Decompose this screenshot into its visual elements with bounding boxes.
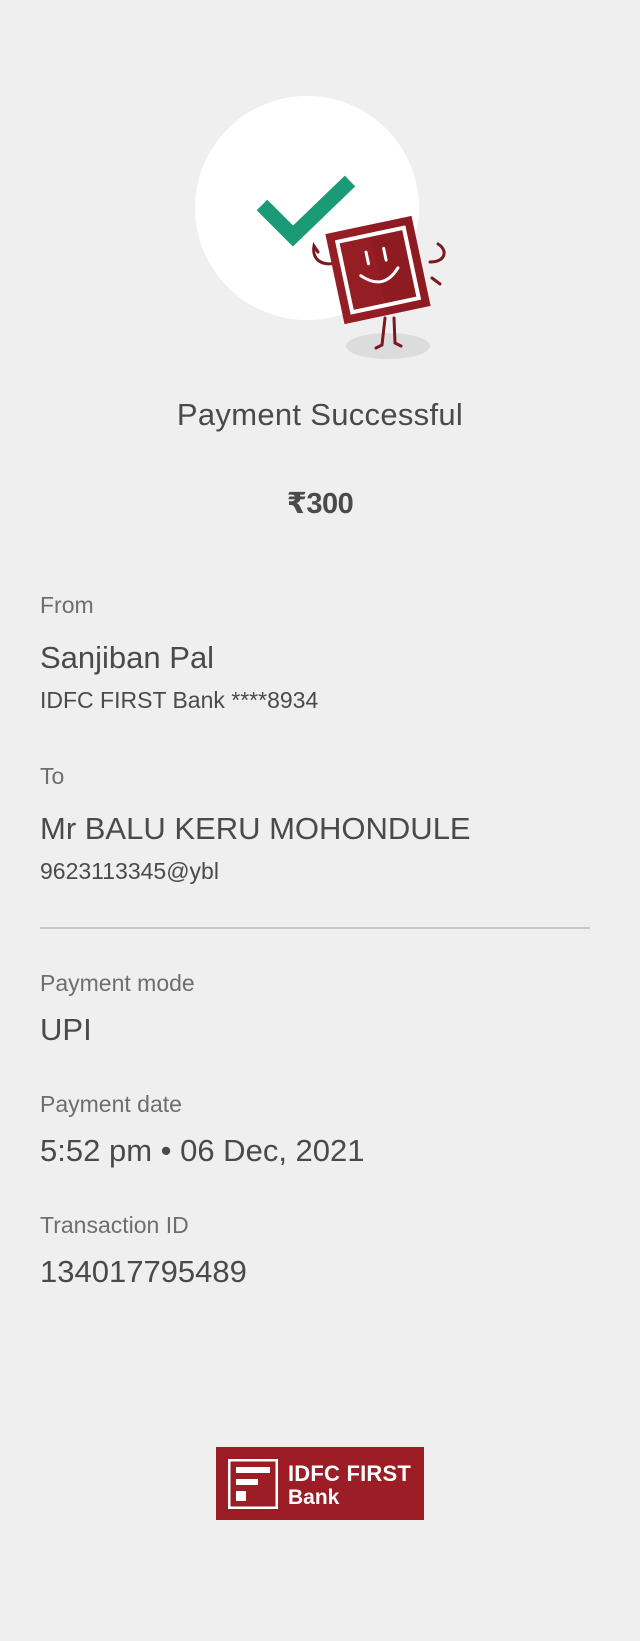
transaction-id-value: 134017795489 [40, 1254, 247, 1289]
to-label: To [40, 763, 65, 789]
to-vpa: 9623113345@ybl [40, 858, 219, 884]
transaction-id-label: Transaction ID [40, 1212, 189, 1238]
success-illustration [0, 0, 640, 380]
payment-status-title: Payment Successful [176, 397, 464, 432]
from-label: From [40, 592, 94, 618]
idfc-first-bank-logo: IDFC FIRST Bank [216, 1447, 424, 1520]
to-name: Mr BALU KERU MOHONDULE [40, 811, 471, 846]
payment-mode-value: UPI [40, 1012, 92, 1047]
from-name: Sanjiban Pal [40, 640, 215, 675]
success-illustration-svg [195, 96, 446, 359]
payment-mode-label: Payment mode [40, 970, 195, 996]
payment-date-value: 5:52 pm • 06 Dec, 2021 [40, 1133, 365, 1168]
logo-text-line2: Bank [288, 1486, 340, 1509]
idfc-logo-icon [228, 1459, 278, 1509]
section-divider [40, 927, 590, 929]
payment-date-label: Payment date [40, 1091, 182, 1117]
payment-amount: ₹300 [286, 488, 354, 520]
logo-text-line1: IDFC FIRST [288, 1461, 411, 1486]
from-account: IDFC FIRST Bank ****8934 [40, 687, 319, 713]
